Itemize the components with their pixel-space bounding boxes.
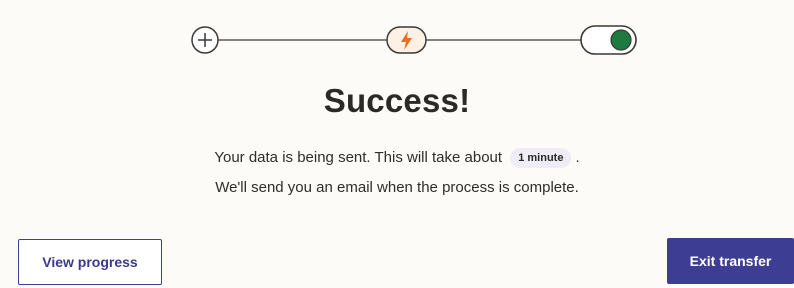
stepper-graphic — [191, 25, 637, 55]
status-message-line-2: We'll send you an email when the process… — [215, 179, 579, 196]
toggle-on-icon — [580, 25, 637, 55]
view-progress-button[interactable]: View progress — [18, 239, 162, 285]
status-message-period: . — [575, 149, 580, 166]
status-message-line-1: Your data is being sent. This will take … — [0, 148, 794, 168]
exit-transfer-button[interactable]: Exit transfer — [667, 238, 794, 284]
page-title: Success! — [323, 82, 471, 119]
duration-badge: 1 minute — [510, 148, 572, 168]
status-message-text: Your data is being sent. This will take … — [214, 149, 503, 166]
progress-stepper — [0, 0, 794, 80]
plus-icon[interactable] — [191, 26, 219, 54]
lightning-bolt-icon — [386, 26, 427, 54]
